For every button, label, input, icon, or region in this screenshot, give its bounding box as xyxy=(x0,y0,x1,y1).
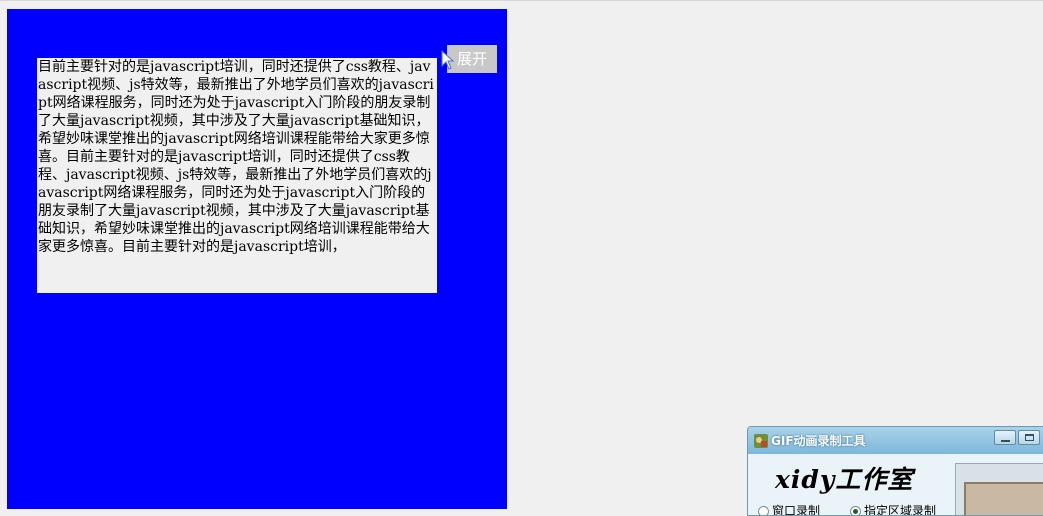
radio-window-record[interactable]: 窗口录制 xyxy=(758,502,821,516)
minimize-button[interactable] xyxy=(994,430,1016,445)
radio-button-window[interactable] xyxy=(758,506,769,515)
maximize-icon xyxy=(1025,434,1034,441)
brand-logo-text: xidy工作室 xyxy=(775,465,914,494)
content-paragraph: 目前主要针对的是javascript培训，同时还提供了css教程、javascr… xyxy=(38,59,434,255)
radio-button-region[interactable] xyxy=(850,506,862,515)
content-text-box: 目前主要针对的是javascript培训，同时还提供了css教程、javascr… xyxy=(37,58,437,293)
radio-label-window: 窗口录制 xyxy=(772,504,821,516)
gif-recorder-title: GIF动画录制工具 xyxy=(771,434,866,448)
gif-recorder-body: xidy工作室 窗口录制 指定区域录制 xyxy=(748,454,1043,516)
radio-label-region: 指定区域录制 xyxy=(864,504,937,516)
mouse-cursor-icon xyxy=(441,50,455,70)
preview-frame xyxy=(964,482,1043,515)
gif-recorder-window: GIF动画录制工具 xidy工作室 窗口录制 指定区域录制 xyxy=(747,426,1043,516)
record-mode-options: 窗口录制 指定区域录制 xyxy=(758,502,937,516)
radio-region-record[interactable]: 指定区域录制 xyxy=(850,502,937,516)
maximize-button[interactable] xyxy=(1018,430,1040,445)
top-border xyxy=(0,0,1043,1)
minimize-icon xyxy=(1001,434,1010,442)
recorder-preview-image xyxy=(955,463,1043,515)
recorder-app-icon xyxy=(754,433,768,448)
